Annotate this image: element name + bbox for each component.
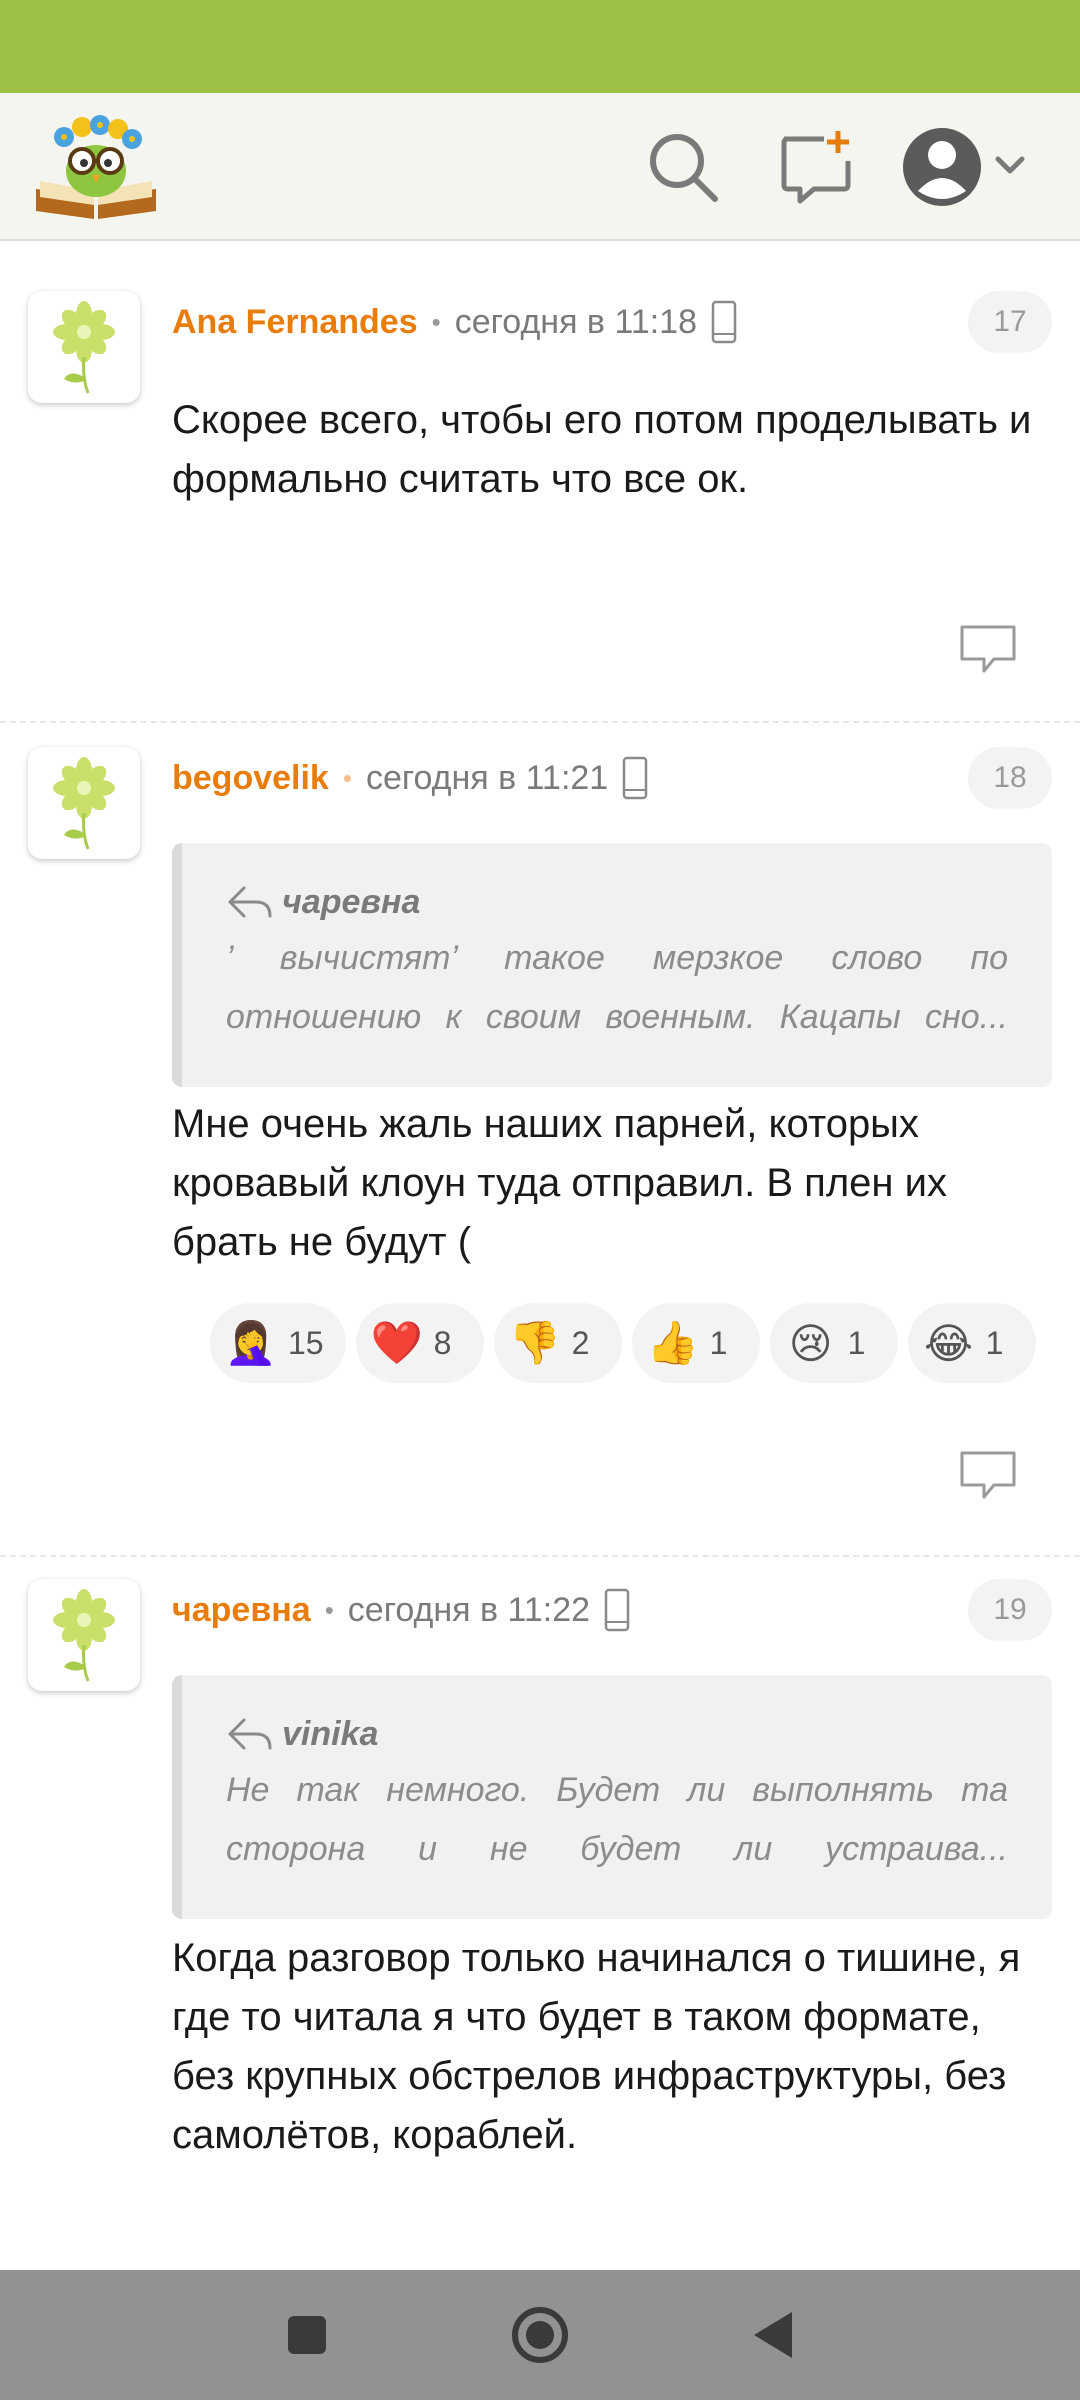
separator-dot: • [342, 762, 352, 793]
mobile-device-icon [622, 756, 648, 800]
comment-time: сегодня в 11:22 [347, 1590, 591, 1629]
quote-author-row: чаревна [226, 875, 1008, 929]
reaction-laughing[interactable]: 😂 1 [907, 1303, 1036, 1383]
quoted-comment[interactable]: vinika Не так немного. Будет ли выполнят… [172, 1675, 1052, 1919]
quote-text: ’ вычистят’ такое мерзкое слово по отнош… [226, 939, 1008, 1036]
reaction-facepalm[interactable]: 🤦‍♀️ 15 [210, 1303, 346, 1383]
laughing-emoji-icon: 😂 [924, 1319, 974, 1367]
reply-icon[interactable] [956, 1447, 1020, 1503]
comment-item: begovelik • сегодня в 11:21 18 чаревна ’… [0, 725, 1080, 1557]
quote-author: чаревна [282, 882, 421, 921]
search-icon[interactable] [643, 127, 723, 207]
new-post-icon[interactable] [776, 127, 856, 207]
author-name[interactable]: begovelik [172, 759, 329, 798]
reply-icon[interactable] [956, 621, 1020, 677]
user-menu[interactable] [900, 119, 1030, 215]
separator-dot: • [431, 306, 441, 337]
status-bar [0, 0, 1080, 93]
comment-text: Когда разговор только начинался о тишине… [172, 1936, 1021, 2157]
comment-text: Мне очень жаль наших парней, которых кро… [172, 1102, 947, 1264]
reaction-count: 8 [433, 1324, 452, 1361]
back-button[interactable] [740, 2300, 810, 2370]
comment-item: чаревна • сегодня в 11:22 19 vinika Не т… [0, 1557, 1080, 2270]
avatar[interactable] [28, 747, 140, 859]
comment-time: сегодня в 11:18 [454, 302, 698, 341]
comment-meta: Ana Fernandes • сегодня в 11:18 [172, 297, 737, 347]
reaction-count: 2 [571, 1324, 590, 1361]
mobile-device-icon [711, 300, 737, 344]
reaction-count: 1 [847, 1324, 866, 1361]
avatar[interactable] [28, 291, 140, 403]
quote-author-row: vinika [226, 1707, 1008, 1761]
reaction-thumbs-up[interactable]: 👍 1 [631, 1303, 760, 1383]
thumbs-up-emoji-icon: 👍 [646, 1318, 699, 1366]
heart-emoji-icon: ❤️ [370, 1318, 423, 1366]
reaction-heart[interactable]: ❤️ 8 [355, 1303, 484, 1383]
reply-arrow-icon [228, 1718, 272, 1750]
thumbs-down-emoji-icon: 👎 [508, 1318, 561, 1366]
home-button[interactable] [505, 2300, 575, 2370]
system-navigation-bar [0, 2270, 1080, 2400]
facepalm-emoji-icon: 🤦‍♀️ [224, 1318, 278, 1366]
mobile-device-icon [604, 1588, 630, 1632]
reaction-count: 1 [709, 1324, 728, 1361]
book-owl-logo[interactable] [34, 111, 158, 223]
reaction-count: 15 [288, 1324, 324, 1361]
avatar[interactable] [28, 1579, 140, 1691]
comment-item: Ana Fernandes • сегодня в 11:18 17 Скоре… [0, 269, 1080, 723]
separator-dot: • [324, 1594, 334, 1625]
comment-meta: begovelik • сегодня в 11:21 [172, 753, 648, 803]
recent-apps-button[interactable] [272, 2300, 342, 2370]
quote-text: Не так немного. Будет ли выполнять та ст… [226, 1771, 1008, 1868]
comment-number[interactable]: 17 [968, 291, 1052, 353]
comment-meta: чаревна • сегодня в 11:22 [172, 1585, 630, 1635]
quoted-comment[interactable]: чаревна ’ вычистят’ такое мерзкое слово … [172, 843, 1052, 1087]
app-header [0, 93, 1080, 241]
crying-face-emoji-icon: 😢 [788, 1319, 833, 1367]
comments-feed[interactable]: Ana Fernandes • сегодня в 11:18 17 Скоре… [0, 243, 1080, 2270]
comment-number[interactable]: 18 [968, 747, 1052, 809]
author-name[interactable]: Ana Fernandes [172, 303, 418, 342]
reactions-bar: 🤦‍♀️ 15 ❤️ 8 👎 2 👍 1 😢 1 😂 1 [210, 1303, 1036, 1383]
reaction-crying[interactable]: 😢 1 [769, 1303, 898, 1383]
author-name[interactable]: чаревна [172, 1591, 311, 1630]
reaction-count: 1 [985, 1324, 1004, 1361]
comment-time: сегодня в 11:21 [365, 758, 609, 797]
reaction-thumbs-down[interactable]: 👎 2 [493, 1303, 622, 1383]
comment-number[interactable]: 19 [968, 1579, 1052, 1641]
reply-arrow-icon [228, 886, 272, 918]
comment-text: Скорее всего, чтобы его потом проделыват… [172, 398, 1032, 501]
quote-author: vinika [282, 1714, 379, 1753]
